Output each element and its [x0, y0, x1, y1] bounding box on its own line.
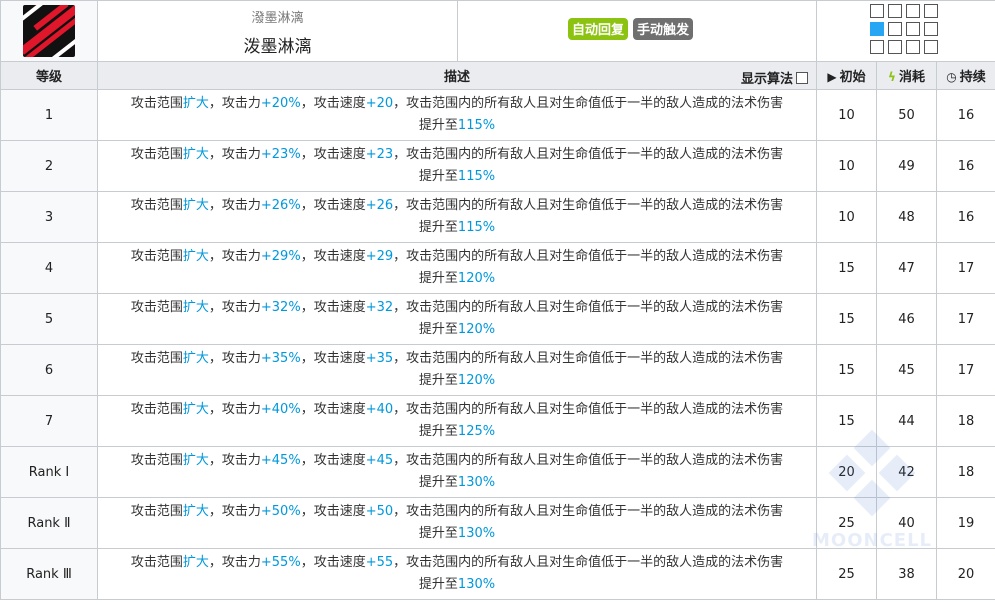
- sp-cost-cell: 42: [876, 446, 937, 498]
- description-cell: 攻击范围扩大，攻击力+26%，攻击速度+26，攻击范围内的所有敌人且对生命值低于…: [97, 191, 817, 243]
- sp-cost-cell: 44: [876, 395, 937, 447]
- initial-sp-cell: 15: [816, 344, 877, 396]
- table-row: 4 攻击范围扩大，攻击力+29%，攻击速度+29，攻击范围内的所有敌人且对生命值低…: [0, 242, 995, 294]
- table-row: 5 攻击范围扩大，攻击力+32%，攻击速度+32，攻击范围内的所有敌人且对生命值低…: [0, 293, 995, 345]
- description-cell: 攻击范围扩大，攻击力+29%，攻击速度+29，攻击范围内的所有敌人且对生命值低于…: [97, 242, 817, 294]
- duration-cell: 16: [935, 140, 995, 192]
- sp-cost-cell: 38: [876, 548, 937, 600]
- level-cell: Rank Ⅰ: [0, 446, 98, 498]
- initial-sp-cell: 15: [816, 395, 877, 447]
- table-row: Rank Ⅰ 攻击范围扩大，攻击力+45%，攻击速度+45，攻击范围内的所有敌人且…: [0, 446, 995, 498]
- table-row: 1 攻击范围扩大，攻击力+20%，攻击速度+20，攻击范围内的所有敌人且对生命值低…: [0, 89, 995, 141]
- description-header: 描述 显示算法: [97, 61, 817, 90]
- skill-icon-cell: [0, 0, 98, 62]
- sp-cost-cell: 49: [876, 140, 937, 192]
- table-row: 2 攻击范围扩大，攻击力+23%，攻击速度+23，攻击范围内的所有敌人且对生命值低…: [0, 140, 995, 192]
- show-algorithm-checkbox[interactable]: [796, 72, 808, 84]
- level-cell: 2: [0, 140, 98, 192]
- cost-header: ϟ 消耗: [876, 61, 937, 90]
- operator-position-square: [870, 22, 884, 36]
- initial-sp-cell: 10: [816, 140, 877, 192]
- sp-cost-cell: 48: [876, 191, 937, 243]
- duration-cell: 17: [935, 293, 995, 345]
- initial-sp-cell: 25: [816, 548, 877, 600]
- skill-subname: 潑墨淋漓: [251, 11, 304, 26]
- initial-sp-cell: 10: [816, 191, 877, 243]
- initial-sp-cell: 25: [816, 497, 877, 549]
- skill-table: 潑墨淋漓 泼墨淋漓 自动回复 手动触发 等级 描述 显示算法 ▶ 初始 ϟ 消耗 ◷ 持…: [0, 0, 995, 600]
- skill-badges: 自动回复 手动触发: [457, 0, 817, 62]
- trigger-badge: 手动触发: [633, 18, 694, 40]
- sp-cost-cell: 50: [876, 89, 937, 141]
- lightning-icon: ϟ: [888, 70, 896, 84]
- initial-sp-cell: 20: [816, 446, 877, 498]
- table-row: 3 攻击范围扩大，攻击力+26%，攻击速度+26，攻击范围内的所有敌人且对生命值低…: [0, 191, 995, 243]
- skill-name: 泼墨淋漓: [243, 37, 312, 57]
- duration-cell: 20: [935, 548, 995, 600]
- table-row: 7 攻击范围扩大，攻击力+40%，攻击速度+40，攻击范围内的所有敌人且对生命值低…: [0, 395, 995, 447]
- level-cell: 7: [0, 395, 98, 447]
- duration-cell: 19: [935, 497, 995, 549]
- level-cell: 4: [0, 242, 98, 294]
- duration-cell: 18: [935, 395, 995, 447]
- description-cell: 攻击范围扩大，攻击力+20%，攻击速度+20，攻击范围内的所有敌人且对生命值低于…: [97, 89, 817, 141]
- description-cell: 攻击范围扩大，攻击力+55%，攻击速度+55，攻击范围内的所有敌人且对生命值低于…: [97, 548, 817, 600]
- initial-sp-cell: 10: [816, 89, 877, 141]
- description-cell: 攻击范围扩大，攻击力+35%，攻击速度+35，攻击范围内的所有敌人且对生命值低于…: [97, 344, 817, 396]
- description-cell: 攻击范围扩大，攻击力+45%，攻击速度+45，攻击范围内的所有敌人且对生命值低于…: [97, 446, 817, 498]
- skill-title-cell: 潑墨淋漓 泼墨淋漓: [97, 0, 458, 62]
- level-header: 等级: [0, 61, 98, 90]
- table-row: Rank Ⅱ 攻击范围扩大，攻击力+50%，攻击速度+50，攻击范围内的所有敌人且…: [0, 497, 995, 549]
- range-cell: [815, 0, 995, 62]
- level-cell: 3: [0, 191, 98, 243]
- duration-cell: 16: [935, 89, 995, 141]
- duration-cell: 18: [935, 446, 995, 498]
- description-cell: 攻击范围扩大，攻击力+23%，攻击速度+23，攻击范围内的所有敌人且对生命值低于…: [97, 140, 817, 192]
- description-cell: 攻击范围扩大，攻击力+32%，攻击速度+32，攻击范围内的所有敌人且对生命值低于…: [97, 293, 817, 345]
- level-cell: Rank Ⅲ: [0, 548, 98, 600]
- sp-cost-cell: 45: [876, 344, 937, 396]
- level-cell: 5: [0, 293, 98, 345]
- table-row: Rank Ⅲ 攻击范围扩大，攻击力+55%，攻击速度+55，攻击范围内的所有敌人且…: [0, 548, 995, 600]
- initial-header: ▶ 初始: [816, 61, 877, 90]
- sp-cost-cell: 40: [876, 497, 937, 549]
- duration-header: ◷ 持续: [935, 61, 995, 90]
- description-cell: 攻击范围扩大，攻击力+50%，攻击速度+50，攻击范围内的所有敌人且对生命值低于…: [97, 497, 817, 549]
- duration-cell: 16: [935, 191, 995, 243]
- level-cell: 6: [0, 344, 98, 396]
- level-cell: Rank Ⅱ: [0, 497, 98, 549]
- duration-cell: 17: [935, 344, 995, 396]
- level-cell: 1: [0, 89, 98, 141]
- sp-cost-cell: 47: [876, 242, 937, 294]
- show-algorithm-toggle[interactable]: 显示算法: [741, 68, 808, 87]
- initial-sp-cell: 15: [816, 242, 877, 294]
- duration-cell: 17: [935, 242, 995, 294]
- table-row: 6 攻击范围扩大，攻击力+35%，攻击速度+35，攻击范围内的所有敌人且对生命值低…: [0, 344, 995, 396]
- description-cell: 攻击范围扩大，攻击力+40%，攻击速度+40，攻击范围内的所有敌人且对生命值低于…: [97, 395, 817, 447]
- clock-icon: ◷: [946, 70, 957, 84]
- initial-sp-cell: 15: [816, 293, 877, 345]
- skill-icon: [23, 5, 75, 57]
- play-icon: ▶: [827, 70, 837, 84]
- sp-cost-cell: 46: [876, 293, 937, 345]
- recovery-badge: 自动回复: [568, 18, 629, 40]
